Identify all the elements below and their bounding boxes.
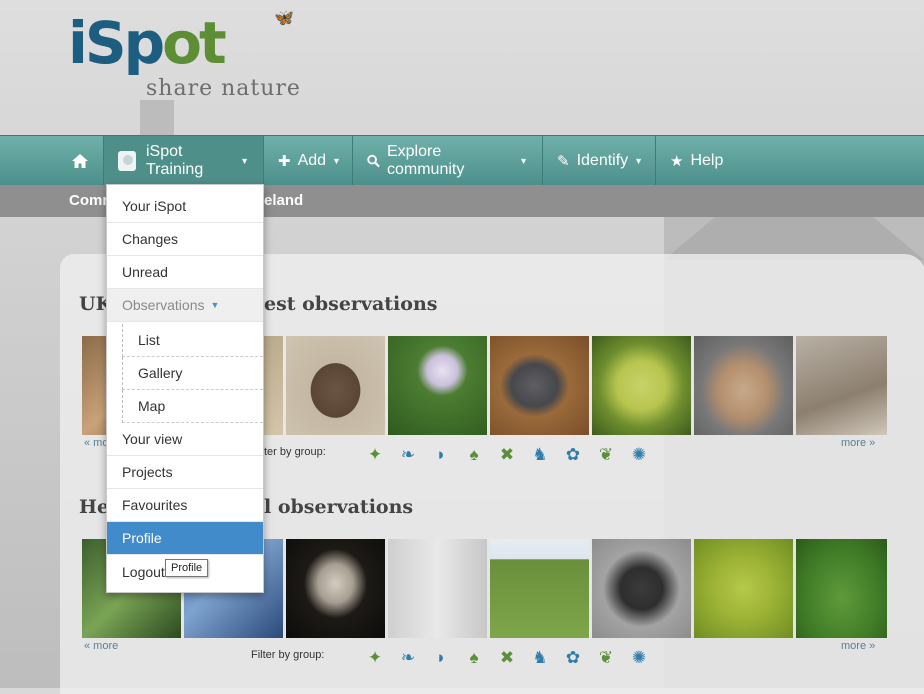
ispot-logo[interactable]: iSpot 🦋 share nature [68,8,300,101]
observation-photo[interactable] [490,336,589,435]
fish-icon[interactable]: ◗ [430,647,452,669]
more-left-link-2[interactable]: « more [84,640,118,652]
nav-help[interactable]: ★ Help [656,136,736,185]
observation-photo[interactable] [490,539,589,638]
menu-item-projects[interactable]: Projects [107,456,263,489]
pencil-icon: ✎ [557,152,570,170]
plant-icon[interactable]: ❦ [595,444,617,466]
nav-add-menu[interactable]: ✚ Add ▼ [264,136,353,185]
menu-item-gallery[interactable]: Gallery [122,357,263,390]
nav-user-menu[interactable]: iSpot Training ▼ [104,136,264,185]
observation-photo[interactable] [694,539,793,638]
observation-photo[interactable] [796,336,887,435]
avatar [118,150,136,171]
nav-identify-menu[interactable]: ✎ Identify ▼ [543,136,656,185]
menu-item-list[interactable]: List [122,324,263,357]
nav-help-label: Help [690,151,724,169]
menu-item-unread[interactable]: Unread [107,256,263,289]
user-dropdown-menu: Your iSpot Changes Unread Observations ▼… [106,184,264,593]
more-left-link-1[interactable]: « mo [84,437,108,449]
nav-explore-menu[interactable]: Explore community ▼ [353,136,543,185]
menu-item-profile[interactable]: Profile [107,522,263,555]
menu-item-changes[interactable]: Changes [107,223,263,256]
search-icon [367,154,380,167]
more-right-link-1[interactable]: more » [841,437,875,449]
nav-explore-label: Explore community [386,142,465,178]
more-right-link-2[interactable]: more » [841,640,875,652]
main-navbar: iSpot Training ▼ ✚ Add ▼ Explore communi… [0,135,924,186]
chevron-down-icon: ▼ [210,300,220,310]
group-filter-row-2: ✦ ❧ ◗ ♠ ✖ ♞ ✿ ❦ ✺ [364,647,650,669]
observation-photo[interactable] [388,539,487,638]
menu-item-observations-label: Observations [122,297,205,313]
observation-photo[interactable] [388,336,487,435]
observation-photo[interactable] [694,336,793,435]
fish-icon[interactable]: ◗ [430,444,452,466]
menu-item-favourites[interactable]: Favourites [107,489,263,522]
logo-tagline: share nature [146,76,301,101]
chevron-down-icon: ▼ [240,155,249,166]
observation-photo[interactable] [286,336,385,435]
other-icon[interactable]: ✺ [628,444,650,466]
nav-add-label: Add [297,151,327,169]
mammal-icon[interactable]: ♞ [529,647,551,669]
section-title-observations: l observations [264,496,414,518]
section-title-latest: est observations [264,293,438,315]
filter-by-group-label-2: Filter by group: [251,649,325,661]
logo-wordmark: iSpot [68,9,227,77]
butterfly-icon: 🦋 [274,10,294,27]
observation-photo[interactable] [796,539,887,638]
chevron-down-icon: ▼ [332,155,341,166]
chevron-down-icon: ▼ [634,155,644,166]
mammal-icon[interactable]: ♞ [529,444,551,466]
fungi-icon[interactable]: ♠ [463,444,485,466]
group-filter-row-1: ✦ ❧ ◗ ♠ ✖ ♞ ✿ ❦ ✺ [364,444,650,466]
menu-item-map[interactable]: Map [122,390,263,423]
invertebrate-icon[interactable]: ✿ [562,647,584,669]
bird-icon[interactable]: ❧ [397,444,419,466]
profile-tooltip: Profile [165,559,209,577]
plus-icon: ✚ [278,152,291,170]
insect-icon[interactable]: ✖ [496,444,518,466]
invertebrate-icon[interactable]: ✿ [562,444,584,466]
amphibian-icon[interactable]: ✦ [364,647,386,669]
observation-photo[interactable] [592,336,691,435]
amphibian-icon[interactable]: ✦ [364,444,386,466]
chimney [140,100,174,140]
nav-user-label: iSpot Training [146,142,204,178]
bird-icon[interactable]: ❧ [397,647,419,669]
menu-item-observations[interactable]: Observations ▼ [107,289,263,322]
observation-photo[interactable] [286,539,385,638]
menu-item-your-view[interactable]: Your view [107,423,263,456]
nav-home[interactable] [57,136,104,185]
home-icon [72,153,88,168]
plant-icon[interactable]: ❦ [595,647,617,669]
nav-identify-label: Identify [576,151,629,169]
observation-photo[interactable] [592,539,691,638]
chevron-down-icon: ▼ [519,155,528,166]
section-title-he: He [79,496,110,518]
filter-by-group-label-1: ter by group: [264,446,326,458]
insect-icon[interactable]: ✖ [496,647,518,669]
star-icon: ★ [670,152,684,170]
fungi-icon[interactable]: ♠ [463,647,485,669]
menu-item-your-ispot[interactable]: Your iSpot [107,190,263,223]
other-icon[interactable]: ✺ [628,647,650,669]
community-bar-text-right[interactable]: eland [264,192,303,209]
